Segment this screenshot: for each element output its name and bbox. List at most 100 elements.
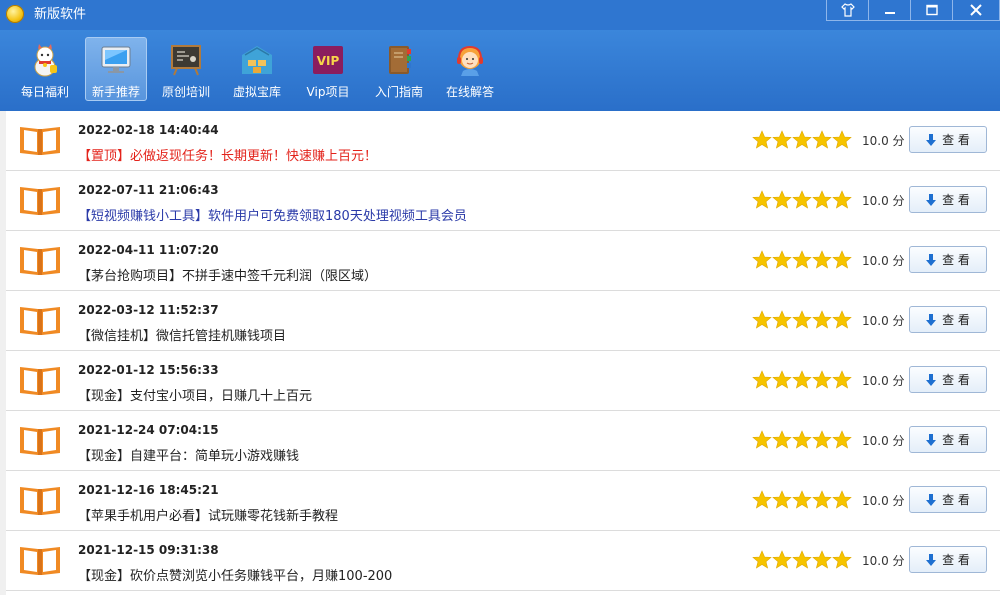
tab-online-answers[interactable]: 在线解答 xyxy=(440,38,500,100)
tab-daily-welfare[interactable]: 每日福利 xyxy=(15,38,75,100)
star-icon xyxy=(832,250,852,269)
list-item[interactable]: 2022-03-12 11:52:37 【微信挂机】微信托管挂机赚钱项目 10.… xyxy=(6,291,1000,351)
view-button[interactable]: 查 看 xyxy=(909,366,987,393)
item-title[interactable]: 【现金】支付宝小项目，日赚几十上百元 xyxy=(78,385,312,404)
star-icon xyxy=(772,310,792,329)
vip-badge-text: VIP xyxy=(317,54,340,68)
tab-label: Vip项目 xyxy=(306,85,350,99)
window-controls xyxy=(826,0,1000,22)
tab-label: 在线解答 xyxy=(445,85,494,99)
view-button[interactable]: 查 看 xyxy=(909,486,987,513)
skin-button[interactable] xyxy=(826,0,869,21)
blackboard-icon xyxy=(171,45,201,76)
maximize-button[interactable] xyxy=(910,0,953,21)
open-book-icon xyxy=(20,127,60,155)
star-icon xyxy=(812,430,832,449)
close-button[interactable] xyxy=(952,0,1000,21)
minimize-icon xyxy=(884,12,895,14)
item-score: 10.0 分 xyxy=(862,374,905,388)
item-title[interactable]: 【置顶】必做返现任务！长期更新！快速赚上百元！ xyxy=(78,145,377,164)
item-score: 10.0 分 xyxy=(862,554,905,568)
item-date: 2022-03-12 11:52:37 xyxy=(78,303,219,317)
list-item[interactable]: 2022-01-12 15:56:33 【现金】支付宝小项目，日赚几十上百元 1… xyxy=(6,351,1000,411)
tab-label: 新手推荐 xyxy=(91,85,140,99)
star-icon xyxy=(772,490,792,509)
tab-newbie-recommend[interactable]: 新手推荐 xyxy=(85,37,147,101)
item-score: 10.0 分 xyxy=(862,434,905,448)
star-icon xyxy=(752,370,772,389)
list-item[interactable]: 2021-12-16 18:45:21 【苹果手机用户必看】试玩赚零花钱新手教程… xyxy=(6,471,1000,531)
item-date: 2021-12-24 07:04:15 xyxy=(78,423,219,437)
tab-vip-projects[interactable]: VIP Vip项目 xyxy=(298,38,358,100)
view-button-label: 查 看 xyxy=(942,373,970,387)
list-item[interactable]: 2021-12-15 09:31:38 【现金】砍价点赞浏览小任务赚钱平台，月赚… xyxy=(6,531,1000,591)
view-button[interactable]: 查 看 xyxy=(909,306,987,333)
star-icon xyxy=(772,190,792,209)
star-icon xyxy=(792,250,812,269)
item-score: 10.0 分 xyxy=(862,194,905,208)
star-icon xyxy=(752,430,772,449)
item-title[interactable]: 【微信挂机】微信托管挂机赚钱项目 xyxy=(78,325,286,344)
star-icon xyxy=(832,130,852,149)
view-button[interactable]: 查 看 xyxy=(909,126,987,153)
item-title[interactable]: 【现金】砍价点赞浏览小任务赚钱平台，月赚100-200 xyxy=(78,565,392,584)
star-icon xyxy=(792,190,812,209)
star-icon xyxy=(792,310,812,329)
item-title[interactable]: 【短视频赚钱小工具】软件用户可免费领取180天处理视频工具会员 xyxy=(78,205,467,224)
star-rating xyxy=(752,490,852,510)
list-item[interactable]: 2021-12-24 07:04:15 【现金】自建平台：简单玩小游戏赚钱 10… xyxy=(6,411,1000,471)
star-icon xyxy=(812,370,832,389)
tab-label: 虚拟宝库 xyxy=(232,85,281,99)
star-icon xyxy=(812,190,832,209)
list-item[interactable]: 2022-04-11 11:07:20 【茅台抢购项目】不拼手速中签千元利润（限… xyxy=(6,231,1000,291)
view-button[interactable]: 查 看 xyxy=(909,246,987,273)
title-bar: 新版软件 xyxy=(0,0,1000,30)
open-book-icon xyxy=(20,247,60,275)
star-icon xyxy=(752,310,772,329)
view-button-label: 查 看 xyxy=(942,553,970,567)
item-date: 2022-02-18 14:40:44 xyxy=(78,123,219,137)
tab-original-training[interactable]: 原创培训 xyxy=(156,38,216,100)
star-icon xyxy=(772,370,792,389)
download-arrow-icon xyxy=(926,433,937,446)
open-book-icon xyxy=(20,187,60,215)
view-button[interactable]: 查 看 xyxy=(909,546,987,573)
list-item[interactable]: 2022-02-18 14:40:44 【置顶】必做返现任务！长期更新！快速赚上… xyxy=(6,111,1000,171)
view-button[interactable]: 查 看 xyxy=(909,186,987,213)
star-icon xyxy=(772,250,792,269)
star-icon xyxy=(812,310,832,329)
minimize-button[interactable] xyxy=(868,0,911,21)
download-arrow-icon xyxy=(926,193,937,206)
tab-label: 每日福利 xyxy=(20,85,69,99)
star-rating xyxy=(752,370,852,390)
star-icon xyxy=(792,430,812,449)
view-button[interactable]: 查 看 xyxy=(909,426,987,453)
star-icon xyxy=(792,370,812,389)
star-icon xyxy=(752,130,772,149)
star-icon xyxy=(832,550,852,569)
tab-virtual-treasury[interactable]: 虚拟宝库 xyxy=(227,38,287,100)
item-date: 2022-07-11 21:06:43 xyxy=(78,183,219,197)
item-score: 10.0 分 xyxy=(862,254,905,268)
star-rating xyxy=(752,130,852,150)
star-rating xyxy=(752,550,852,570)
view-button-label: 查 看 xyxy=(942,193,970,207)
star-icon xyxy=(812,130,832,149)
article-list: 2022-02-18 14:40:44 【置顶】必做返现任务！长期更新！快速赚上… xyxy=(0,111,1000,595)
star-icon xyxy=(812,250,832,269)
list-item[interactable]: 2022-07-11 21:06:43 【短视频赚钱小工具】软件用户可免费领取1… xyxy=(6,171,1000,231)
star-icon xyxy=(832,490,852,509)
app-logo-icon xyxy=(6,5,24,23)
item-title[interactable]: 【苹果手机用户必看】试玩赚零花钱新手教程 xyxy=(78,505,338,524)
download-arrow-icon xyxy=(926,373,937,386)
item-score: 10.0 分 xyxy=(862,134,905,148)
open-book-icon xyxy=(20,427,60,455)
tab-label: 原创培训 xyxy=(161,85,210,99)
open-book-icon xyxy=(20,487,60,515)
item-title[interactable]: 【现金】自建平台：简单玩小游戏赚钱 xyxy=(78,445,299,464)
item-title[interactable]: 【茅台抢购项目】不拼手速中签千元利润（限区域） xyxy=(78,265,377,284)
tab-beginner-guide[interactable]: 入门指南 xyxy=(369,38,429,100)
window-title: 新版软件 xyxy=(34,7,87,22)
skin-icon xyxy=(840,3,855,17)
monitor-icon xyxy=(101,46,131,73)
